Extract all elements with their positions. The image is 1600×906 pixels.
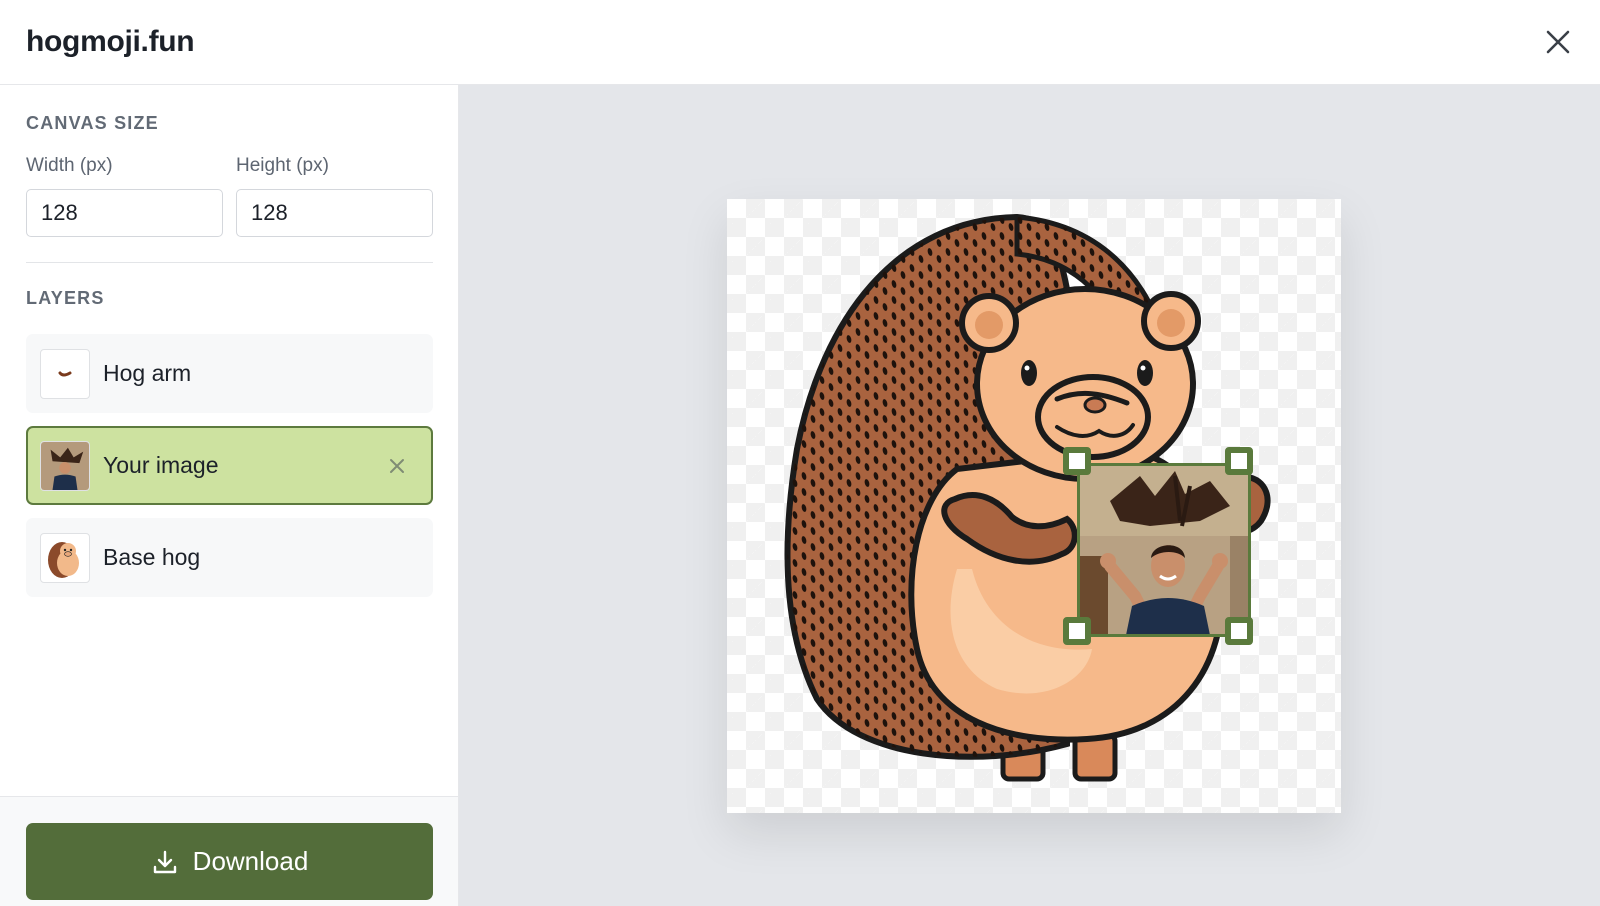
user-photo bbox=[1080, 466, 1248, 634]
resize-handle-top-right[interactable] bbox=[1225, 447, 1253, 475]
height-label: Height (px) bbox=[236, 155, 329, 176]
layer-label: Hog arm bbox=[103, 360, 192, 386]
layer-item-your-image[interactable]: Your image bbox=[26, 426, 433, 505]
sidebar: CANVAS SIZE Width (px) Height (px) LAYER… bbox=[0, 85, 459, 906]
layer-thumbnail bbox=[40, 440, 90, 491]
your-image-layer[interactable] bbox=[1077, 463, 1251, 637]
layer-label: Your image bbox=[103, 452, 219, 478]
emoji-canvas[interactable] bbox=[727, 199, 1341, 813]
download-label: Download bbox=[192, 846, 309, 876]
resize-handle-bottom-right[interactable] bbox=[1225, 617, 1253, 645]
app-title: hogmoji.fun bbox=[26, 25, 195, 58]
width-input[interactable] bbox=[26, 189, 223, 237]
download-button[interactable]: Download bbox=[26, 823, 433, 900]
section-divider bbox=[26, 262, 433, 263]
width-label: Width (px) bbox=[26, 155, 113, 176]
layers-heading: LAYERS bbox=[26, 288, 105, 308]
layer-thumbnail bbox=[40, 532, 90, 583]
hog-arm-thumbnail-icon bbox=[58, 371, 72, 376]
photo-thumbnail-icon bbox=[41, 441, 89, 490]
close-button[interactable] bbox=[1538, 22, 1578, 62]
sidebar-footer: Download bbox=[0, 796, 458, 906]
resize-handle-top-left[interactable] bbox=[1063, 447, 1091, 475]
close-icon bbox=[1546, 30, 1570, 54]
canvas-size-heading: CANVAS SIZE bbox=[26, 113, 159, 133]
layer-item-hog-arm[interactable]: Hog arm bbox=[26, 334, 433, 413]
resize-handle-bottom-left[interactable] bbox=[1063, 617, 1091, 645]
layer-thumbnail bbox=[40, 348, 90, 399]
height-input[interactable] bbox=[236, 189, 433, 237]
remove-layer-button[interactable] bbox=[383, 452, 411, 480]
close-icon bbox=[390, 458, 404, 473]
layer-item-base-hog[interactable]: Base hog bbox=[26, 518, 433, 597]
app-header: hogmoji.fun bbox=[0, 0, 1600, 85]
hedgehog-thumbnail-icon bbox=[48, 541, 79, 578]
download-icon bbox=[153, 850, 176, 873]
layer-label: Base hog bbox=[103, 544, 201, 570]
workspace bbox=[459, 85, 1600, 906]
